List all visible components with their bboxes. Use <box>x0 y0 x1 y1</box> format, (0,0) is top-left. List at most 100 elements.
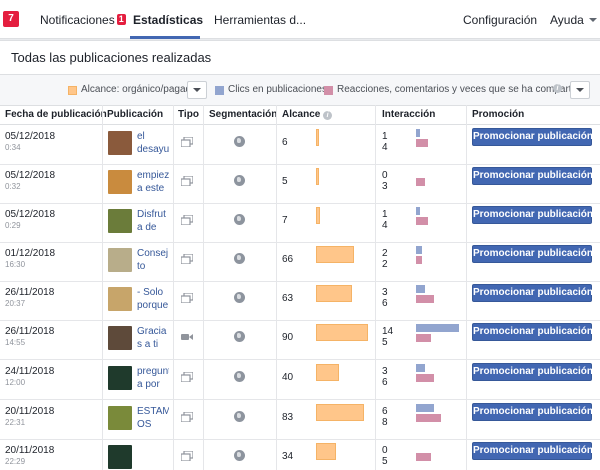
info-icon[interactable]: i <box>553 84 562 93</box>
post-date: 26/11/2018 <box>5 326 55 337</box>
promote-post-button[interactable]: Promocionar publicación <box>472 128 593 146</box>
post-date: 01/12/2018 <box>5 248 56 259</box>
clicks-bar <box>416 324 459 332</box>
promote-post-button[interactable]: Promocionar publicación <box>472 403 593 421</box>
tab-settings[interactable]: Configuración <box>463 13 537 27</box>
clicks-value: 1 <box>382 131 388 142</box>
column-header-reach[interactable]: Alcance i <box>282 109 333 120</box>
help-menu[interactable]: Ayuda <box>550 13 597 27</box>
post-link[interactable]: el desayu <box>137 130 169 156</box>
chevron-down-icon <box>576 88 584 92</box>
post-thumbnail[interactable] <box>108 445 132 469</box>
post-link[interactable]: Gracia s a ti <box>137 325 169 351</box>
album-icon <box>180 450 194 462</box>
post-thumbnail[interactable] <box>108 131 132 155</box>
reach-bar <box>316 364 339 381</box>
globe-icon <box>234 175 245 186</box>
table-row: 24/11/2018 12:00 pregunt a por 40 3 6 Promocio… <box>0 360 600 400</box>
reactions-value: 6 <box>382 377 388 388</box>
reach-bar <box>316 246 354 263</box>
promote-post-button[interactable]: Promocionar publicación <box>472 363 593 381</box>
post-time: 0:29 <box>5 221 21 230</box>
post-link[interactable]: pregunt a por <box>137 365 169 391</box>
post-date: 05/12/2018 <box>5 170 56 181</box>
reach-value: 5 <box>282 176 288 187</box>
interaction-metric-dropdown[interactable] <box>570 81 590 99</box>
promote-post-button[interactable]: Promocionar publicación <box>472 284 593 302</box>
column-header-promotion: Promoción <box>472 109 525 120</box>
post-link[interactable]: Consej to <box>137 247 169 273</box>
table-header: Fecha de publicación Publicación Tipo Se… <box>0 105 600 125</box>
post-link[interactable]: Disfrut a de un <box>137 208 169 236</box>
promote-post-button[interactable]: Promocionar publicación <box>472 442 593 460</box>
info-icon[interactable]: i <box>323 111 333 120</box>
post-thumbnail[interactable] <box>108 366 132 390</box>
post-thumbnail[interactable] <box>108 406 132 430</box>
reach-value: 6 <box>282 137 288 148</box>
reactions-bar <box>416 334 431 342</box>
metrics-legend: Alcance: orgánico/pagado Clics en public… <box>0 74 600 106</box>
tab-notifications-label: Notificaciones <box>40 13 115 27</box>
post-time: 22:31 <box>5 418 26 427</box>
chevron-down-icon <box>588 18 597 22</box>
column-header-date[interactable]: Fecha de publicación <box>5 109 107 120</box>
post-thumbnail[interactable] <box>108 170 132 194</box>
clicks-swatch <box>215 86 224 95</box>
promote-post-button[interactable]: Promocionar publicación <box>472 206 593 224</box>
clicks-value: 6 <box>382 406 388 417</box>
reactions-bar <box>416 295 434 303</box>
post-thumbnail[interactable] <box>108 248 132 272</box>
clicks-value: 14 <box>382 326 394 337</box>
notification-count-badge[interactable]: 7 <box>3 11 19 27</box>
reach-value: 63 <box>282 293 294 304</box>
tab-notifications[interactable]: Notificaciones 1 <box>40 13 126 27</box>
clicks-value: 1 <box>382 209 388 220</box>
post-time: 14:55 <box>5 338 26 347</box>
post-thumbnail[interactable] <box>108 209 132 233</box>
video-icon <box>181 332 193 342</box>
reach-bar <box>316 404 364 421</box>
post-date: 24/11/2018 <box>5 366 55 377</box>
promote-post-button[interactable]: Promocionar publicación <box>472 167 593 185</box>
album-icon <box>180 371 194 383</box>
tab-tools[interactable]: Herramientas d... <box>214 13 306 27</box>
post-time: 22:29 <box>5 457 26 466</box>
tab-statistics[interactable]: Estadísticas <box>133 13 203 27</box>
reach-value: 34 <box>282 451 294 462</box>
reach-value: 83 <box>282 412 294 423</box>
column-header-targeting: Segmentación <box>209 109 278 120</box>
reach-value: 40 <box>282 372 294 383</box>
reach-bar <box>316 168 319 185</box>
globe-icon <box>234 371 245 382</box>
active-tab-indicator <box>130 36 200 39</box>
promote-post-button[interactable]: Promocionar publicación <box>472 245 593 263</box>
post-link[interactable]: empiez a este <box>137 169 169 195</box>
table-row: 05/12/20180:29 Disfrut a de un 7 14 Promocio… <box>0 203 600 243</box>
album-icon <box>180 136 194 148</box>
clicks-legend-label: Clics en publicaciones <box>228 84 327 95</box>
globe-icon <box>234 214 245 225</box>
reach-value: 7 <box>282 215 288 226</box>
column-header-interaction[interactable]: Interacción <box>382 109 435 120</box>
table-row: 01/12/2018 16:30 Consej to 66 2 2 Promocionar … <box>0 242 600 282</box>
table-row: 05/12/2018 0:32 empiez a este 5 0 3 Promociona… <box>0 164 600 204</box>
promote-post-button[interactable]: Promocionar publicación <box>472 323 593 341</box>
clicks-bar <box>416 404 434 412</box>
reactions-swatch <box>324 86 333 95</box>
column-header-type: Tipo <box>178 109 199 120</box>
post-thumbnail[interactable] <box>108 287 132 311</box>
reach-value: 66 <box>282 254 294 265</box>
reactions-bar <box>416 414 441 422</box>
table-row: 26/11/2018 20:37 - Solo porque 63 3 6 Promocio… <box>0 281 600 321</box>
reactions-bar <box>416 374 434 382</box>
globe-icon <box>234 253 245 264</box>
reach-metric-dropdown[interactable] <box>187 81 207 99</box>
post-thumbnail[interactable] <box>108 326 132 350</box>
album-icon <box>180 411 194 423</box>
table-row: 20/11/2018 22:31 ESTAM OS 83 6 8 Promocionar p… <box>0 400 600 440</box>
notifications-badge: 1 <box>116 14 126 25</box>
post-link[interactable]: - Solo porque <box>137 286 169 312</box>
post-time: 0:32 <box>5 182 21 191</box>
post-link[interactable]: ESTAM OS <box>137 405 169 431</box>
column-header-reach-label: Alcance <box>282 109 321 120</box>
